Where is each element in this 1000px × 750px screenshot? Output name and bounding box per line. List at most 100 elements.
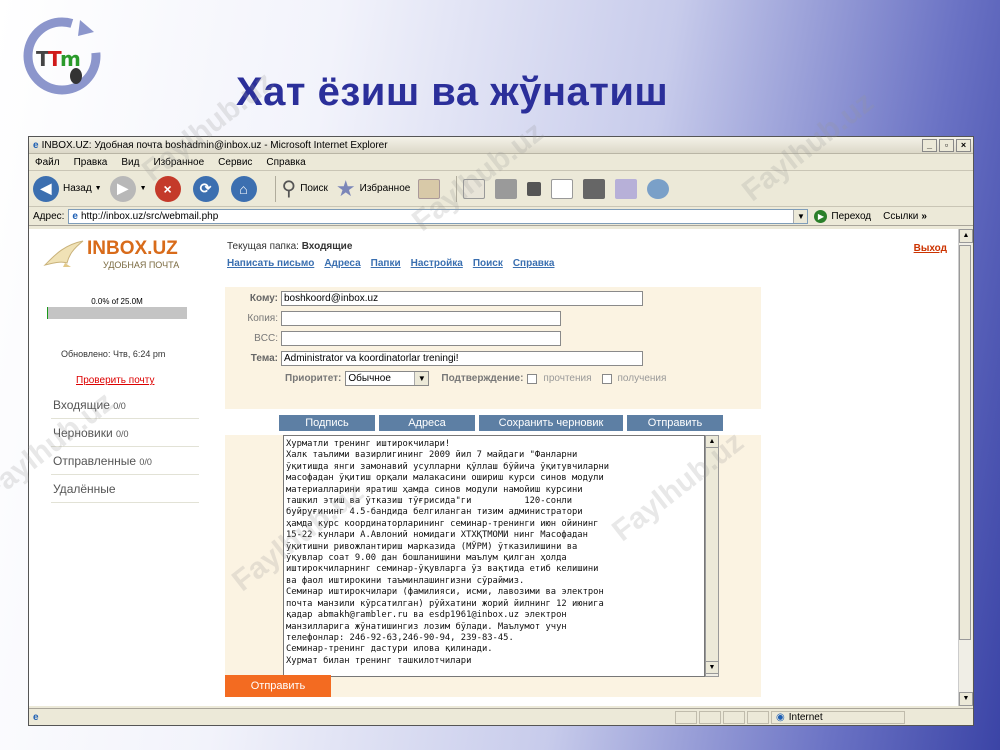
media-icon[interactable] xyxy=(418,178,441,199)
folder-label: Отправленные xyxy=(53,454,137,468)
menu-bar: Файл Правка Вид Избранное Сервис Справка xyxy=(29,154,973,171)
search-icon: ⚲ xyxy=(281,178,297,200)
compose-header: Кому: boshkoord@inbox.uz Копия: BCC: Тем… xyxy=(225,287,761,409)
logout-link[interactable]: Выход xyxy=(914,243,947,254)
brand-tagline: УДОБНАЯ ПОЧТА xyxy=(103,260,180,270)
read-receipt-checkbox[interactable] xyxy=(527,373,538,384)
current-folder-name: Входящие xyxy=(301,241,353,252)
scroll-thumb[interactable] xyxy=(959,245,971,640)
forward-dropdown-icon: ▼ xyxy=(139,185,147,192)
svg-text:m: m xyxy=(60,47,81,71)
messenger-icon[interactable] xyxy=(615,178,638,199)
address-value: http://inbox.uz/src/webmail.php xyxy=(80,210,219,222)
refresh-icon: ⟳ xyxy=(192,175,219,202)
to-label: Кому: xyxy=(249,293,278,304)
nav-folders[interactable]: Папки xyxy=(371,258,401,269)
menu-view[interactable]: Вид xyxy=(121,157,139,168)
research-icon[interactable] xyxy=(583,178,606,199)
discuss-icon[interactable] xyxy=(551,178,574,199)
nav-addresses[interactable]: Адреса xyxy=(324,258,360,269)
send-button[interactable]: Отправить xyxy=(627,415,723,431)
current-folder-label: Текущая папка: xyxy=(227,241,299,252)
refresh-button[interactable]: ⟳ xyxy=(192,175,223,202)
inbox-logo: INBOX.UZ УДОБНАЯ ПОЧТА xyxy=(43,237,179,271)
scroll-up-icon[interactable]: ▲ xyxy=(959,229,973,243)
go-label: Переход xyxy=(831,210,872,222)
minimize-button[interactable]: _ xyxy=(922,138,937,152)
toolbar-separator xyxy=(274,175,276,202)
folder-inbox[interactable]: Входящие 0/0 xyxy=(51,391,199,419)
delivery-receipt-checkbox[interactable] xyxy=(601,373,612,384)
folder-trash[interactable]: Удалённые xyxy=(51,475,199,503)
addresses-button[interactable]: Адреса xyxy=(379,415,475,431)
message-area: Хурматли тренинг иштирокчилари! Халк таъ… xyxy=(225,435,761,697)
mail-icon[interactable] xyxy=(463,178,486,199)
back-label: Назад xyxy=(63,183,92,194)
zone-cell: ◉ Internet xyxy=(771,710,905,724)
forward-button[interactable]: ▶ ▼ xyxy=(109,175,147,202)
scroll-down-icon[interactable]: ▼ xyxy=(959,692,973,706)
close-button[interactable]: × xyxy=(956,138,971,152)
menu-edit[interactable]: Правка xyxy=(74,157,108,168)
nav-settings[interactable]: Настройка xyxy=(411,258,463,269)
chevron-right-icon[interactable]: » xyxy=(921,211,927,222)
message-body[interactable]: Хурматли тренинг иштирокчилари! Халк таъ… xyxy=(283,435,705,677)
search-button[interactable]: ⚲ Поиск xyxy=(282,176,328,201)
status-cell xyxy=(747,710,769,724)
quota-fill xyxy=(47,307,49,319)
window-title: INBOX.UZ: Удобная почта boshadmin@inbox.… xyxy=(41,139,388,151)
current-folder: Текущая папка: Входящие xyxy=(227,241,352,252)
edit-icon[interactable] xyxy=(527,181,542,196)
go-button[interactable]: ▶ Переход xyxy=(814,209,872,223)
check-mail-link[interactable]: Проверить почту xyxy=(76,375,154,386)
delivery-receipt-label: получения xyxy=(617,373,667,384)
nav-search[interactable]: Поиск xyxy=(473,258,503,269)
nav-help[interactable]: Справка xyxy=(513,258,555,269)
links-label[interactable]: Ссылки xyxy=(883,211,918,222)
folder-drafts[interactable]: Черновики 0/0 xyxy=(51,419,199,447)
page-content: INBOX.UZ УДОБНАЯ ПОЧТА 0.0% of 25.0M Обн… xyxy=(29,229,959,706)
toolbar: ◀ Назад ▼ ▶ ▼ × ⟳ ⌂ ⚲ Поиск ★ Избранное xyxy=(29,171,973,207)
address-label: Адрес: xyxy=(33,210,65,222)
address-field[interactable]: e http://inbox.uz/src/webmail.php ▼ xyxy=(68,208,809,224)
to-row: Кому: boshkoord@inbox.uz xyxy=(225,291,643,306)
restore-button[interactable]: ▫ xyxy=(939,138,954,152)
menu-favorites[interactable]: Избранное xyxy=(153,157,204,168)
menu-file[interactable]: Файл xyxy=(35,157,60,168)
folder-sent[interactable]: Отправленные 0/0 xyxy=(51,447,199,475)
bcc-label: BCC: xyxy=(254,333,278,344)
folder-count: 0/0 xyxy=(113,401,126,411)
contacts-icon[interactable] xyxy=(647,178,670,199)
priority-select[interactable]: Обычное ▼ xyxy=(345,371,430,386)
window-titlebar: e INBOX.UZ: Удобная почта boshadmin@inbo… xyxy=(29,137,973,154)
page-scrollbar[interactable]: ▲ ▼ xyxy=(958,229,973,706)
scroll-down-icon[interactable]: ▼ xyxy=(706,662,718,674)
back-arrow-icon: ◀ xyxy=(33,175,59,202)
stop-button[interactable]: × xyxy=(154,175,185,202)
scroll-thumb[interactable] xyxy=(706,448,718,662)
address-dropdown-icon[interactable]: ▼ xyxy=(793,209,808,223)
favorites-button[interactable]: ★ Избранное xyxy=(336,176,410,202)
compose-buttons: Подпись Адреса Сохранить черновик Отправ… xyxy=(279,415,723,431)
print-icon[interactable] xyxy=(495,178,518,199)
save-draft-button[interactable]: Сохранить черновик xyxy=(479,415,623,431)
webmail-nav: Написать письмо Адреса Папки Настройка П… xyxy=(227,258,554,269)
cc-field[interactable] xyxy=(281,311,561,326)
send-button-bottom[interactable]: Отправить xyxy=(225,675,331,697)
chevron-down-icon: ▼ xyxy=(414,372,429,385)
subject-field[interactable]: Administrator va koordinatorlar treningi… xyxy=(281,351,643,366)
message-scrollbar[interactable]: ▲ ▼ xyxy=(705,435,719,677)
folder-label: Входящие xyxy=(53,398,110,412)
status-cell xyxy=(699,710,721,724)
back-button[interactable]: ◀ Назад ▼ xyxy=(33,175,102,202)
menu-help[interactable]: Справка xyxy=(266,157,305,168)
status-cell xyxy=(675,710,697,724)
folder-list: Входящие 0/0 Черновики 0/0 Отправленные … xyxy=(51,391,199,503)
bcc-field[interactable] xyxy=(281,331,561,346)
nav-compose[interactable]: Написать письмо xyxy=(227,258,314,269)
to-field[interactable]: boshkoord@inbox.uz xyxy=(281,291,643,306)
menu-tools[interactable]: Сервис xyxy=(218,157,252,168)
scroll-up-icon[interactable]: ▲ xyxy=(706,436,718,448)
signature-button[interactable]: Подпись xyxy=(279,415,375,431)
home-button[interactable]: ⌂ xyxy=(230,175,261,202)
